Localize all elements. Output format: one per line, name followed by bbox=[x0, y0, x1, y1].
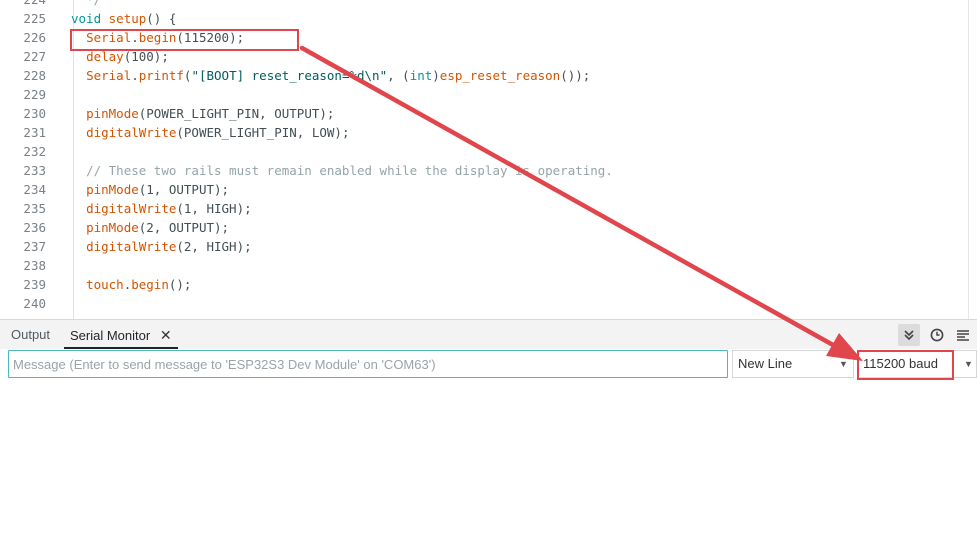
line-number: 240 bbox=[23, 296, 46, 311]
line-number: 233 bbox=[23, 163, 46, 178]
clock-icon bbox=[930, 328, 944, 342]
tab-output-label: Output bbox=[11, 327, 51, 342]
code-editor[interactable]: 224 225 226 227 228 229 230 231 232 233 234 235 236 2… bbox=[0, 0, 977, 319]
tab-output[interactable]: Output bbox=[11, 320, 50, 349]
line-number: 228 bbox=[23, 68, 46, 83]
line-number: 235 bbox=[23, 201, 46, 216]
toggle-autoscroll-button[interactable] bbox=[898, 324, 920, 346]
highlight-serial-begin bbox=[70, 29, 299, 51]
close-icon[interactable]: ✕ bbox=[160, 327, 172, 343]
line-number: 237 bbox=[23, 239, 46, 254]
tab-serial-monitor-label: Serial Monitor bbox=[70, 328, 151, 343]
code-line[interactable]: pinMode(POWER_LIGHT_PIN, OUTPUT); bbox=[71, 106, 334, 121]
line-number: 230 bbox=[23, 106, 46, 121]
code-line[interactable]: pinMode(1, OUTPUT); bbox=[71, 182, 229, 197]
serial-monitor-toolbar: New Line ▼ 115200 baud ▼ bbox=[0, 349, 977, 381]
message-input[interactable] bbox=[8, 350, 728, 378]
line-number: 239 bbox=[23, 277, 46, 292]
code-line[interactable]: touch.begin(); bbox=[71, 277, 191, 292]
bottom-panel-tabbar: Output Serial Monitor ✕ bbox=[0, 319, 977, 349]
tab-serial-monitor[interactable]: Serial Monitor ✕ bbox=[64, 320, 178, 349]
code-line[interactable]: void setup() { bbox=[71, 11, 176, 26]
line-ending-value: New Line bbox=[738, 356, 793, 371]
code-line[interactable]: digitalWrite(POWER_LIGHT_PIN, LOW); bbox=[71, 125, 349, 140]
line-number: 231 bbox=[23, 125, 46, 140]
line-number: 236 bbox=[23, 220, 46, 235]
code-line[interactable]: */ bbox=[71, 0, 101, 7]
line-number: 227 bbox=[23, 49, 46, 64]
code-line[interactable]: digitalWrite(1, HIGH); bbox=[71, 201, 252, 216]
toggle-timestamp-button[interactable] bbox=[926, 324, 948, 346]
line-number: 229 bbox=[23, 87, 46, 102]
line-number: 232 bbox=[23, 144, 46, 159]
code-line[interactable]: digitalWrite(2, HIGH); bbox=[71, 239, 252, 254]
code-line[interactable]: Serial.printf("[BOOT] reset_reason=%d\n"… bbox=[71, 68, 590, 83]
clear-output-button[interactable] bbox=[952, 324, 974, 346]
chevron-down-icon: ▼ bbox=[964, 359, 973, 369]
line-ending-select[interactable]: New Line ▼ bbox=[732, 350, 854, 378]
line-number: 224 bbox=[0, 0, 46, 7]
line-number: 225 bbox=[23, 11, 46, 26]
double-chevron-down-icon bbox=[904, 330, 914, 341]
editor-scrollbar[interactable] bbox=[968, 0, 969, 319]
line-number: 238 bbox=[23, 258, 46, 273]
line-number: 234 bbox=[23, 182, 46, 197]
clear-lines-icon bbox=[957, 330, 969, 341]
highlight-baud-rate bbox=[857, 350, 954, 380]
code-line[interactable]: pinMode(2, OUTPUT); bbox=[71, 220, 229, 235]
code-line[interactable]: delay(100); bbox=[71, 49, 169, 64]
line-number: 226 bbox=[23, 30, 46, 45]
code-line[interactable]: // These two rails must remain enabled w… bbox=[71, 163, 613, 178]
chevron-down-icon: ▼ bbox=[839, 359, 848, 369]
serial-output-area[interactable] bbox=[0, 381, 977, 539]
